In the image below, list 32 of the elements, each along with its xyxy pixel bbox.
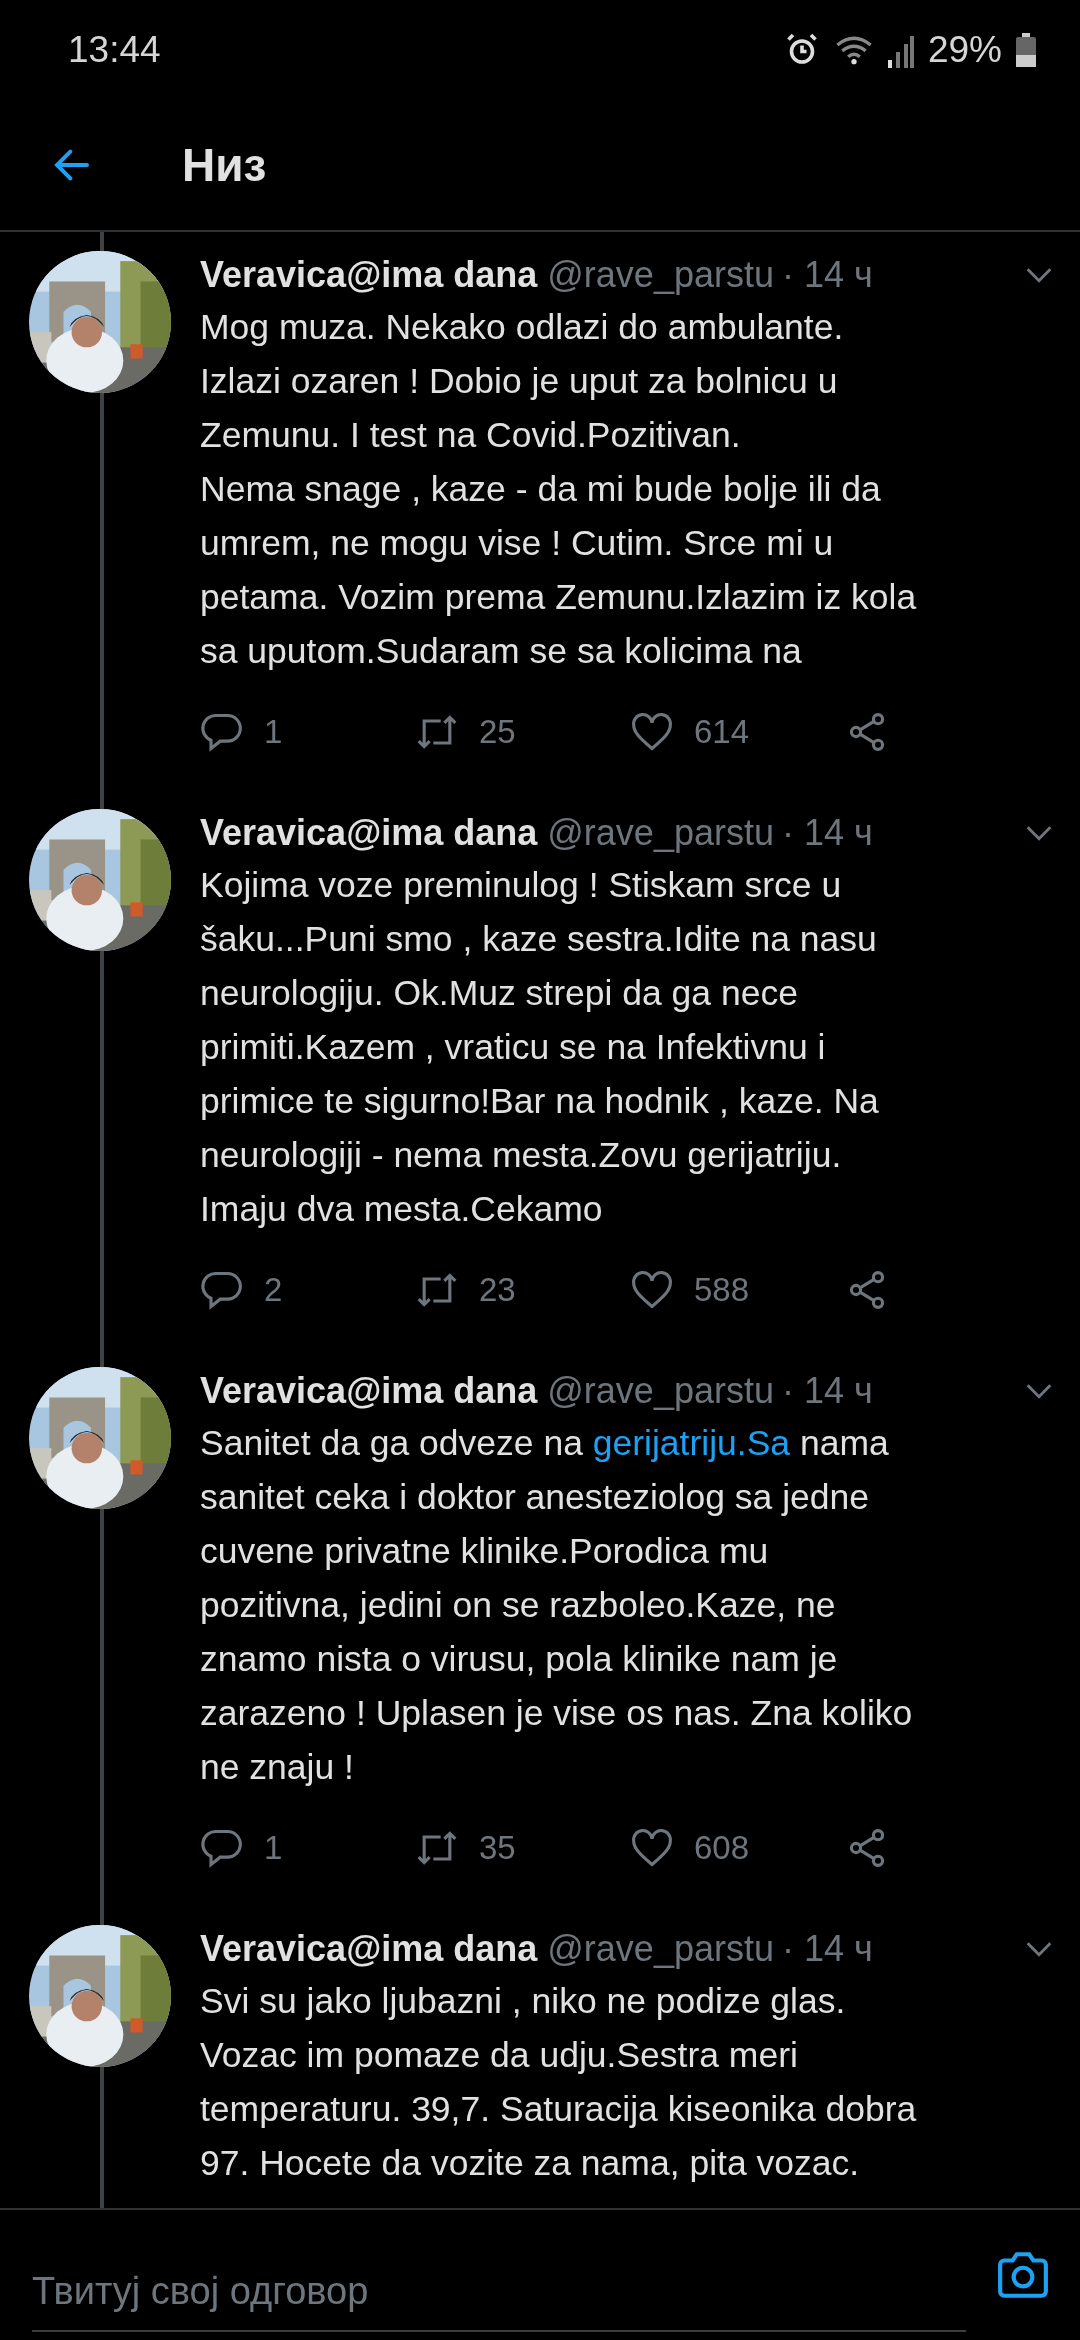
- author-name[interactable]: Veravica@ima dana: [200, 812, 538, 854]
- author-name[interactable]: Veravica@ima dana: [200, 254, 538, 296]
- like-count: 588: [694, 1270, 750, 1309]
- battery-icon: [1016, 33, 1036, 67]
- status-time: 13:44: [68, 29, 162, 71]
- author-handle: @rave_parstu: [547, 1928, 774, 1970]
- tweet-time: · 14 ч: [781, 812, 873, 854]
- tweet-text: Kojima voze preminulog ! Stiskam srce u šaku...Puni smo , kaze sestra.Idite na nasu neurologiju. Ok.Muz strepi da ga nece primiti.Kazem , vraticu se na Infektivnu i primice te sigurno!Bar na hodnik , kaze. Na neurologiji - nema mesta.Zovu gerijatriju. Imaju dva mesta.Cekamo: [200, 864, 880, 1231]
- tweet-text: Mog muza. Nekako odlazi do ambulante. Izlazi ozaren ! Dobio je uput za bolnicu u Zemunu. I test na Covid.Pozitivan. Nema snage , kaze - da mi bude bolje ili da umrem, ne mogu vise ! Cutim. Srce mi u petama. Vozim prema Zemunu.Izlazim iz kola sa uputom.Sudaram se sa kolicima na: [200, 306, 918, 673]
- author-handle: @rave_parstu: [547, 1370, 774, 1412]
- reply-count: 1: [264, 712, 283, 751]
- tweet-text: Svi su jako ljubazni , niko ne podize glas. Vozac im pomaze da udju.Sestra meri temperaturu. 39,7. Saturacija kiseonika dobra 97. Hocete da vozite za nama, pita vozac.: [200, 1980, 918, 2185]
- author-name[interactable]: Veravica@ima dana: [200, 1370, 538, 1412]
- reply-field[interactable]: Твитуј свој одговор: [32, 2252, 966, 2332]
- tweet-time: · 14 ч: [781, 1928, 873, 1970]
- tweet-time: · 14 ч: [781, 254, 873, 296]
- author-handle: @rave_parstu: [547, 254, 774, 296]
- author-name[interactable]: Veravica@ima dana: [200, 1928, 538, 1970]
- retweet-count: 23: [479, 1270, 516, 1309]
- reply-count: 1: [264, 1828, 283, 1867]
- tweet-time: · 14 ч: [781, 1370, 873, 1412]
- like-count: 608: [694, 1828, 750, 1867]
- page-title: Низ: [182, 138, 267, 192]
- retweet-count: 35: [479, 1828, 516, 1867]
- retweet-count: 25: [479, 712, 516, 751]
- tweet-text: Sanitet da ga odveze na gerijatriju.Sa nama sanitet ceka i doktor anesteziolog sa jedne cuvene privatne klinike.Porodica mu pozitivna, jedini on se razboleo.Kaze, ne znamo nista o virusu, pola klinike nam je zarazeno ! Uplasen je vise os nas. Zna koliko ne znaju !: [200, 1422, 914, 1789]
- camera-icon[interactable]: [996, 2250, 1050, 2300]
- hashtag-link[interactable]: gerijatriju.Sa: [592, 1423, 791, 1463]
- battery-percent: 29%: [927, 29, 1002, 71]
- like-count: 614: [694, 712, 750, 751]
- author-handle: @rave_parstu: [547, 812, 774, 854]
- reply-count: 2: [264, 1270, 283, 1309]
